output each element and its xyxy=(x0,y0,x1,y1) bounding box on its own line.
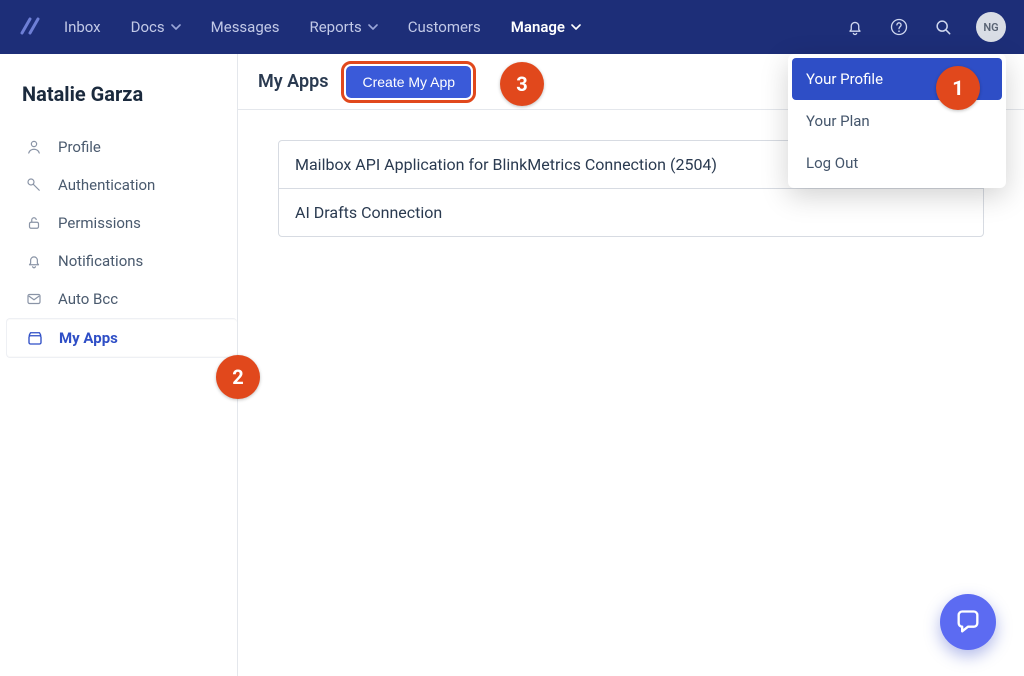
sidebar-title: Natalie Garza xyxy=(12,78,237,128)
nav-manage[interactable]: Manage xyxy=(511,18,581,36)
create-my-app-button[interactable]: Create My App xyxy=(346,66,471,98)
dropdown-label: Log Out xyxy=(806,154,858,172)
sidebar: Natalie Garza Profile Authentication Per… xyxy=(0,54,238,676)
top-nav: Inbox Docs Messages Reports Customers Ma… xyxy=(0,0,1024,54)
bell-icon xyxy=(24,252,44,270)
dropdown-your-plan[interactable]: Your Plan xyxy=(792,100,1002,142)
sidebar-item-permissions[interactable]: Permissions xyxy=(12,204,237,242)
lock-icon xyxy=(24,214,44,232)
page-title: My Apps xyxy=(258,71,328,92)
app-row[interactable]: AI Drafts Connection xyxy=(279,188,983,236)
chevron-down-icon xyxy=(171,18,181,36)
nav-label: Customers xyxy=(408,18,481,36)
dropdown-log-out[interactable]: Log Out xyxy=(792,142,1002,184)
sidebar-item-my-apps[interactable]: My Apps xyxy=(6,318,237,358)
key-icon xyxy=(24,176,44,194)
callout-number: 1 xyxy=(952,76,963,100)
nav-inbox[interactable]: Inbox xyxy=(64,18,101,36)
nav-label: Inbox xyxy=(64,18,101,36)
avatar[interactable]: NG xyxy=(976,12,1006,42)
avatar-initials: NG xyxy=(983,21,998,34)
nav-messages[interactable]: Messages xyxy=(211,18,280,36)
sidebar-item-notifications[interactable]: Notifications xyxy=(12,242,237,280)
nav-docs[interactable]: Docs xyxy=(131,18,181,36)
callout-number: 2 xyxy=(232,365,243,389)
nav-reports[interactable]: Reports xyxy=(309,18,377,36)
sidebar-item-label: Permissions xyxy=(58,214,141,232)
sidebar-item-label: Auto Bcc xyxy=(58,290,118,308)
app-logo[interactable] xyxy=(18,15,42,39)
callout-badge-1: 1 xyxy=(936,66,980,110)
nav-customers[interactable]: Customers xyxy=(408,18,481,36)
sidebar-item-auto-bcc[interactable]: Auto Bcc xyxy=(12,280,237,318)
dropdown-label: Your Profile xyxy=(806,70,883,88)
bell-icon[interactable] xyxy=(844,16,866,38)
help-icon[interactable] xyxy=(888,16,910,38)
app-name: AI Drafts Connection xyxy=(295,203,442,222)
nav-label: Docs xyxy=(131,18,165,36)
sidebar-item-profile[interactable]: Profile xyxy=(12,128,237,166)
create-button-wrap: Create My App xyxy=(346,66,471,98)
mail-icon xyxy=(24,290,44,308)
apps-icon xyxy=(25,329,45,347)
nav-label: Manage xyxy=(511,18,565,36)
sidebar-item-label: My Apps xyxy=(59,329,118,347)
nav-links: Inbox Docs Messages Reports Customers Ma… xyxy=(64,18,581,36)
chat-fab[interactable] xyxy=(940,594,996,650)
callout-number: 3 xyxy=(516,72,527,96)
callout-badge-2: 2 xyxy=(216,355,260,399)
chevron-down-icon xyxy=(571,18,581,36)
user-icon xyxy=(24,138,44,156)
dropdown-label: Your Plan xyxy=(806,112,870,130)
sidebar-item-label: Authentication xyxy=(58,176,155,194)
app-name: Mailbox API Application for BlinkMetrics… xyxy=(295,155,717,174)
nav-utilities: NG xyxy=(844,12,1006,42)
chevron-down-icon xyxy=(368,18,378,36)
search-icon[interactable] xyxy=(932,16,954,38)
callout-badge-3: 3 xyxy=(500,62,544,106)
sidebar-item-authentication[interactable]: Authentication xyxy=(12,166,237,204)
nav-label: Messages xyxy=(211,18,280,36)
sidebar-item-label: Notifications xyxy=(58,252,143,270)
sidebar-item-label: Profile xyxy=(58,138,101,156)
chat-icon xyxy=(954,608,982,636)
nav-label: Reports xyxy=(309,18,361,36)
